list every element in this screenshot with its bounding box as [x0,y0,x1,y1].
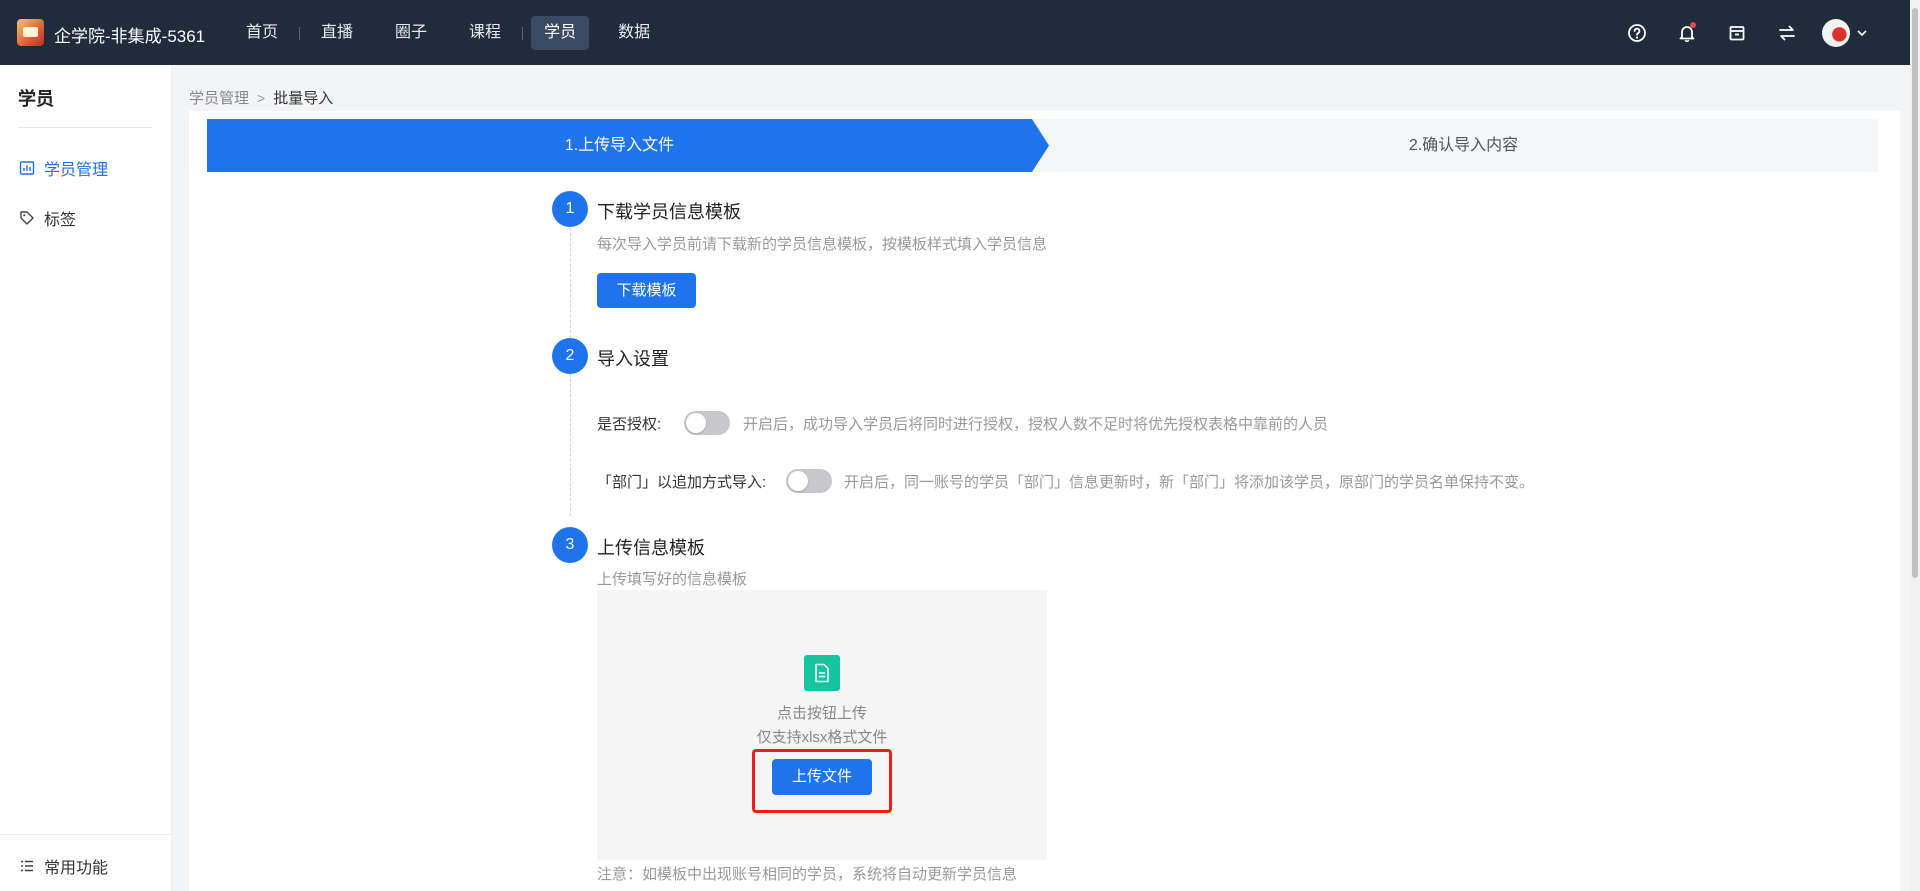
app-title[interactable]: 企学院-非集成-5361 [54,22,205,47]
sidebar-item-student-management[interactable]: 学员管理 [18,156,108,180]
breadcrumb: 学员管理 > 批量导入 [189,87,333,108]
step-1-label: 1.上传导入文件 [564,137,675,154]
step-connector [570,228,571,338]
step-number-2: 2 [552,338,588,374]
dept-append-label: 「部门」以追加方式导入: [597,474,767,491]
sidebar-title: 学员 [18,89,54,109]
breadcrumb-current: 批量导入 [273,90,334,107]
step-connector [570,374,571,516]
upload-note: 注意：如模板中出现账号相同的学员，系统将自动更新学员信息 [597,866,1018,883]
app-logo[interactable] [17,19,44,46]
sidebar-footer-divider [0,834,172,835]
toggle-knob [686,413,706,433]
section-desc-download: 每次导入学员前请下载新的学员信息模板，按模板样式填入学员信息 [597,236,1048,253]
store-icon[interactable] [1722,18,1752,48]
highlight-box [752,749,892,813]
tag-icon [18,209,36,227]
section-title-settings: 导入设置 [597,349,669,369]
nav-course[interactable]: 课程 [456,16,514,50]
sidebar-item-tags[interactable]: 标签 [18,206,76,230]
download-template-button[interactable]: 下载模板 [597,273,696,308]
step-number-3: 3 [552,527,588,563]
scrollbar-thumb[interactable] [1912,8,1918,578]
nav-divider [299,26,301,40]
sidebar-common-functions[interactable]: 常用功能 [18,854,108,878]
nav-data[interactable]: 数据 [605,16,663,50]
section-title-download: 下载学员信息模板 [597,202,741,222]
toggle-knob [788,471,808,491]
authorize-hint: 开启后，成功导入学员后将同时进行授权，授权人数不足时将优先授权表格中靠前的人员 [743,416,1329,433]
top-bar: 企学院-非集成-5361 首页 直播 圈子 课程 学员 数据 [0,0,1920,65]
authorize-toggle[interactable] [684,411,730,435]
top-icons [1602,18,1868,48]
main-nav: 首页 直播 圈子 课程 学员 数据 [233,16,663,50]
help-icon[interactable] [1622,18,1652,48]
sidebar-item-label: 学员管理 [44,162,109,179]
progress-steps: 1.上传导入文件 2.确认导入内容 [207,119,1878,172]
section-title-upload: 上传信息模板 [597,538,705,558]
breadcrumb-parent[interactable]: 学员管理 [189,87,249,108]
chevron-right-icon: > [257,89,266,106]
section-desc-upload: 上传填写好的信息模板 [597,571,748,588]
notification-dot [1690,22,1696,28]
upload-dropzone[interactable]: 点击按钮上传 仅支持xlsx格式文件 上传文件 [597,590,1047,860]
step-2-label: 2.确认导入内容 [1408,137,1519,154]
list-icon [18,857,36,875]
sidebar-divider [18,127,152,128]
sidebar-footer-label: 常用功能 [44,860,109,877]
sidebar: 学员 学员管理 标签 常用功能 [0,65,172,891]
file-icon [804,655,840,691]
page-scrollbar[interactable] [1910,0,1920,891]
nav-circle[interactable]: 圈子 [382,16,440,50]
dept-append-toggle[interactable] [786,469,832,493]
nav-divider [522,26,524,40]
upload-format-hint: 仅支持xlsx格式文件 [756,729,888,746]
step-number-1: 1 [552,191,588,227]
authorize-label: 是否授权: [597,416,662,433]
dept-append-hint: 开启后，同一账号的学员「部门」信息更新时，新「部门」将添加该学员，原部门的学员名… [844,474,1535,491]
sidebar-item-label: 标签 [44,212,77,229]
upload-instruction: 点击按钮上传 [776,705,867,722]
switch-icon[interactable] [1772,18,1802,48]
avatar[interactable] [1822,19,1850,47]
nav-live[interactable]: 直播 [308,16,366,50]
nav-home[interactable]: 首页 [233,16,291,50]
bell-icon[interactable] [1672,18,1702,48]
chart-icon [18,159,36,177]
chevron-down-icon[interactable] [1856,27,1868,39]
nav-students[interactable]: 学员 [531,16,590,50]
